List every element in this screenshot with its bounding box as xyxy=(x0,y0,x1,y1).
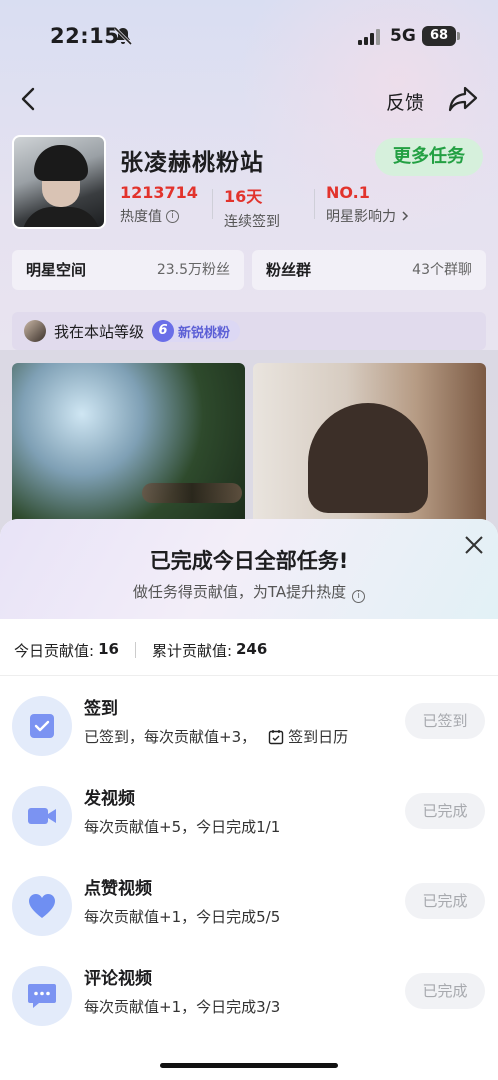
task-description: 每次贡献值+5，今日完成1/1 xyxy=(84,818,281,836)
share-icon[interactable] xyxy=(448,85,478,113)
heat-value: 1213714 xyxy=(120,183,198,202)
heat-label: 热度值 xyxy=(120,209,162,225)
star-influence-rank: NO.1 xyxy=(326,183,370,202)
task-description: 每次贡献值+1，今日完成5/5 xyxy=(84,908,281,926)
info-cards: 明星空间 23.5万粉丝 粉丝群 43个群聊 xyxy=(12,250,486,290)
star-space-fans: 23.5万粉丝 xyxy=(156,262,230,278)
sheet-subtitle-text: 做任务得贡献值，为TA提升热度 xyxy=(132,583,347,601)
chevron-right-icon xyxy=(402,211,409,221)
task-name: 点赞视频 xyxy=(84,879,152,899)
heat-value-stat[interactable]: 1213714 热度值 i xyxy=(120,183,198,227)
heart-icon xyxy=(12,876,72,936)
task-description: 每次贡献值+1，今日完成3/3 xyxy=(84,998,281,1016)
checkin-streak-value: 16天 xyxy=(224,187,263,206)
close-icon[interactable] xyxy=(462,533,486,557)
task-post-video: 发视频 每次贡献值+5，今日完成1/1 已完成 xyxy=(0,780,498,860)
total-contribution-label: 累计贡献值: xyxy=(151,642,232,660)
star-influence-stat[interactable]: NO.1 明星影响力 xyxy=(314,183,410,227)
daily-tasks-sheet: 已完成今日全部任务! 做任务得贡献值，为TA提升热度 i 今日贡献值: 16 累计… xyxy=(0,519,498,1080)
fan-group-count: 43个群聊 xyxy=(412,262,472,278)
back-arrow-icon[interactable] xyxy=(16,86,42,112)
task-checkin: 签到 已签到，每次贡献值+3， 签到日历 已签到 xyxy=(0,690,498,770)
task-name: 发视频 xyxy=(84,789,135,809)
more-tasks-button[interactable]: 更多任务 xyxy=(375,138,483,176)
checkin-streak-label: 连续签到 xyxy=(224,214,280,230)
fan-site-name: 张凌赫桃粉站 xyxy=(120,150,264,176)
today-contribution-label: 今日贡献值: xyxy=(14,642,95,660)
task-like-video: 点赞视频 每次贡献值+1，今日完成5/5 已完成 xyxy=(0,870,498,950)
calendar-check-icon[interactable] xyxy=(268,729,284,745)
user-avatar xyxy=(24,320,46,342)
task-description-text: 已签到，每次贡献值+3， xyxy=(84,728,257,746)
feedback-button[interactable]: 反馈 xyxy=(386,88,424,115)
star-space-card[interactable]: 明星空间 23.5万粉丝 xyxy=(12,250,244,290)
level-badge: 6 新锐桃粉 xyxy=(152,320,241,342)
contribution-totals: 今日贡献值: 16 累计贡献值: 246 xyxy=(14,640,267,661)
status-bar: 22:15 5G 68 xyxy=(0,0,498,70)
task-name: 评论视频 xyxy=(84,969,152,989)
info-icon[interactable]: i xyxy=(166,209,179,223)
video-camera-icon xyxy=(12,786,72,846)
network-type: 5G xyxy=(390,26,416,46)
info-icon[interactable]: i xyxy=(352,590,366,603)
fan-group-title: 粉丝群 xyxy=(266,261,312,279)
task-name: 签到 xyxy=(84,699,118,719)
comment-icon xyxy=(12,966,72,1026)
avatar[interactable] xyxy=(12,135,106,229)
signal-icon xyxy=(358,29,380,45)
level-title: 新锐桃粉 xyxy=(178,325,231,341)
completed-button[interactable]: 已完成 xyxy=(405,793,485,829)
checkin-streak-stat: 16天 连续签到 xyxy=(212,183,280,230)
star-space-title: 明星空间 xyxy=(26,261,87,279)
fan-group-card[interactable]: 粉丝群 43个群聊 xyxy=(252,250,486,290)
checked-in-button[interactable]: 已签到 xyxy=(405,703,485,739)
status-time: 22:15 xyxy=(50,24,120,48)
home-indicator[interactable] xyxy=(160,1063,338,1068)
nav-bar: 反馈 xyxy=(0,78,498,122)
my-level-bar[interactable]: 我在本站等级 6 新锐桃粉 xyxy=(12,312,486,350)
fan-site-profile: 张凌赫桃粉站 更多任务 1213714 热度值 i 16天 连续签到 NO.1 明… xyxy=(12,135,486,230)
completed-button[interactable]: 已完成 xyxy=(405,883,485,919)
checkin-calendar-link[interactable]: 签到日历 xyxy=(288,726,348,747)
today-contribution-value: 16 xyxy=(98,640,119,658)
level-number: 6 xyxy=(152,320,175,342)
my-level-label: 我在本站等级 xyxy=(54,322,145,341)
mute-bell-icon xyxy=(113,26,133,46)
star-influence-label: 明星影响力 xyxy=(326,209,396,225)
task-comment-video: 评论视频 每次贡献值+1，今日完成3/3 已完成 xyxy=(0,960,498,1040)
completed-button[interactable]: 已完成 xyxy=(405,973,485,1009)
total-contribution-value: 246 xyxy=(236,640,268,658)
photo-thumbnail[interactable] xyxy=(253,363,486,533)
battery-indicator: 68 xyxy=(422,26,460,46)
sheet-subtitle: 做任务得贡献值，为TA提升热度 i xyxy=(0,581,498,603)
photo-thumbnail[interactable] xyxy=(12,363,245,533)
sheet-title: 已完成今日全部任务! xyxy=(149,549,349,573)
checkbox-icon xyxy=(12,696,72,756)
task-description: 已签到，每次贡献值+3， 签到日历 xyxy=(84,726,348,747)
